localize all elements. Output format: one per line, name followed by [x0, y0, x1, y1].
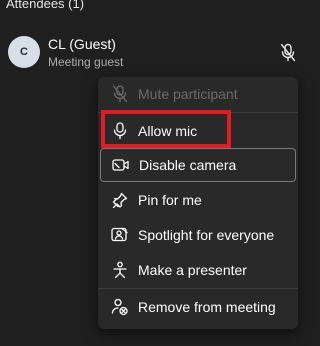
avatar: C	[8, 36, 40, 68]
attendee-role: Meeting guest	[48, 55, 124, 69]
menu-item-label: Remove from meeting	[138, 299, 276, 315]
menu-item-pin-for-me[interactable]: Pin for me	[100, 183, 296, 217]
menu-item-label: Spotlight for everyone	[138, 227, 275, 243]
menu-divider	[98, 288, 298, 289]
mic-off-icon[interactable]	[278, 42, 298, 64]
menu-item-label: Mute participant	[138, 86, 238, 102]
menu-item-label: Disable camera	[139, 157, 237, 173]
menu-item-mute-participant[interactable]: Mute participant	[100, 77, 296, 111]
mic-off-icon	[110, 84, 130, 104]
menu-item-remove-from-meeting[interactable]: Remove from meeting	[100, 290, 296, 324]
attendee-row[interactable]: C CL (Guest) Meeting guest	[0, 30, 302, 76]
remove-person-icon	[110, 297, 130, 317]
pin-icon	[110, 190, 130, 210]
menu-item-make-presenter[interactable]: Make a presenter	[100, 253, 296, 287]
menu-item-label: Make a presenter	[138, 262, 247, 278]
camera-off-icon	[111, 155, 131, 175]
menu-item-disable-camera[interactable]: Disable camera	[100, 148, 296, 182]
menu-item-spotlight[interactable]: Spotlight for everyone	[100, 218, 296, 252]
attendees-header: Attendees (1)	[6, 0, 85, 11]
spotlight-icon	[110, 225, 130, 245]
menu-item-label: Pin for me	[138, 192, 202, 208]
presenter-icon	[110, 260, 130, 280]
attendee-name: CL (Guest)	[48, 36, 116, 52]
highlight-annotation	[101, 110, 231, 148]
